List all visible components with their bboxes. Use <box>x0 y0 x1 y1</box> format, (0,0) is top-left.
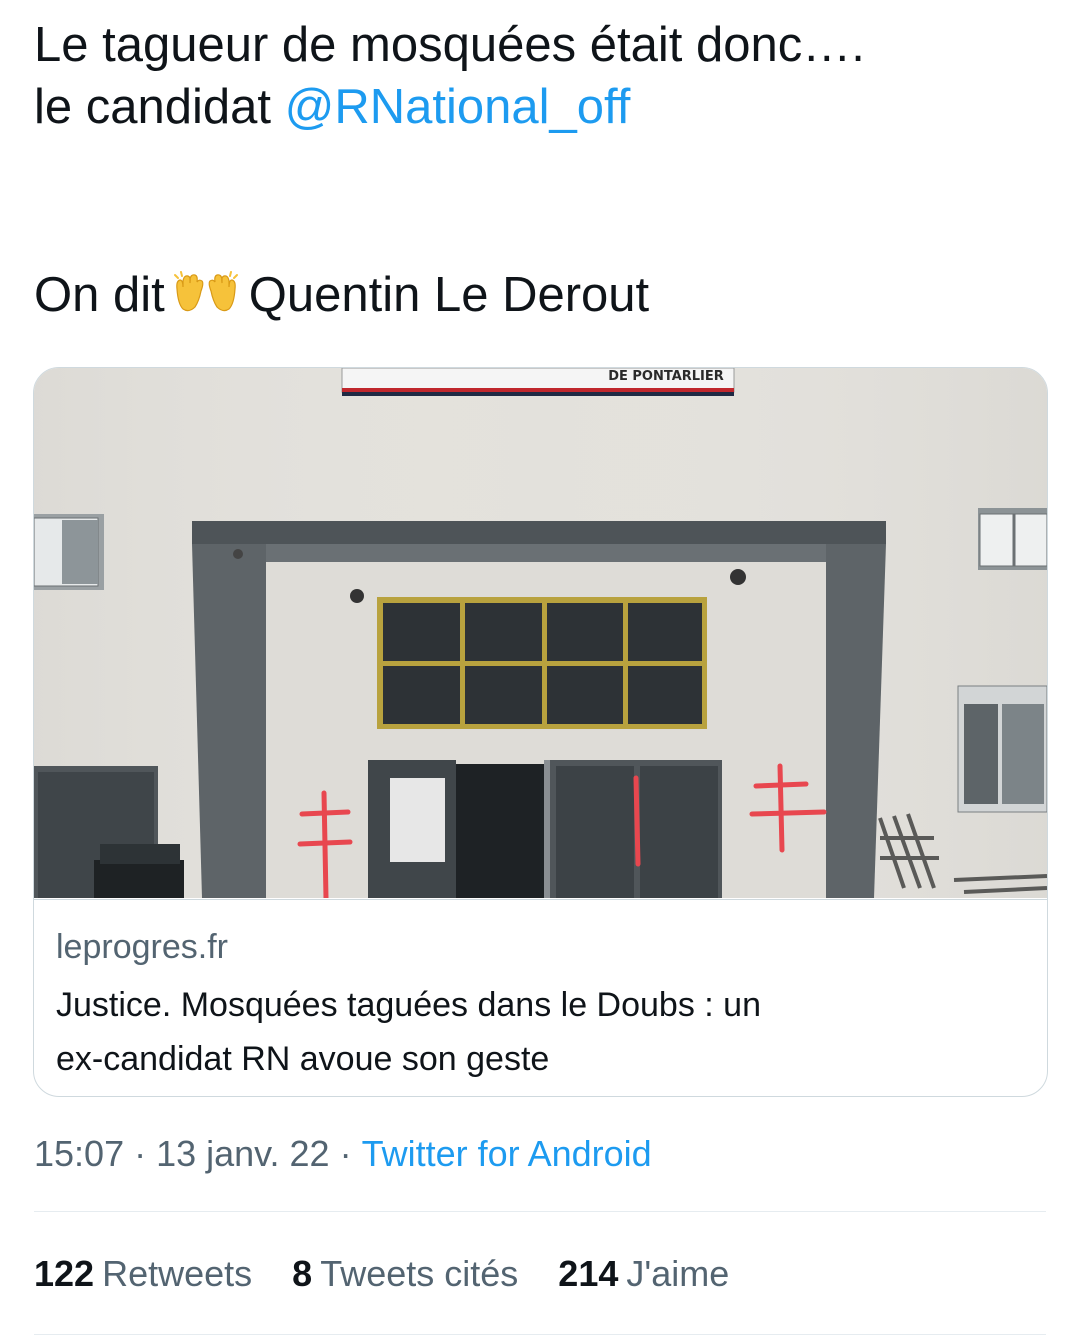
quotes-label: Tweets cités <box>320 1253 519 1294</box>
tweet-line-3-after: Quentin Le Derout <box>248 268 650 322</box>
card-image[interactable]: DE PONTARLIER <box>34 368 1047 898</box>
tweet-text: Le tagueur de mosquées était donc…. le c… <box>34 14 1054 326</box>
card-domain: leprogres.fr <box>56 928 228 966</box>
likes-count: 214 <box>558 1253 619 1294</box>
divider <box>34 1211 1046 1212</box>
likes-stat[interactable]: 214 J'aime <box>558 1253 729 1294</box>
quotes-count: 8 <box>292 1253 313 1294</box>
tweet-time[interactable]: 15:07 <box>34 1133 124 1174</box>
tweet-date[interactable]: 13 janv. 22 <box>156 1133 329 1174</box>
meta-separator: · <box>339 1133 352 1174</box>
tweet-line-3-before: On dit <box>34 268 165 322</box>
meta-separator: · <box>134 1133 147 1174</box>
retweets-label: Retweets <box>102 1253 253 1294</box>
retweets-stat[interactable]: 122 Retweets <box>34 1253 252 1294</box>
tweet-line-2-prefix: le candidat <box>34 80 285 134</box>
tweet-line-1: Le tagueur de mosquées était donc…. <box>34 18 865 72</box>
tweet-metadata: 15:07 · 13 janv. 22 · Twitter for Android <box>34 1133 652 1175</box>
card-title-line-2: ex-candidat RN avoue son geste <box>56 1040 550 1078</box>
card-title-line-1: Justice. Mosquées taguées dans le Doubs … <box>56 986 761 1024</box>
tweet-line-2: le candidat @RNational_off <box>34 76 1054 138</box>
mention-link[interactable]: @RNational_off <box>285 80 631 134</box>
tweet-source-link[interactable]: Twitter for Android <box>362 1133 652 1174</box>
retweets-count: 122 <box>34 1253 95 1294</box>
divider <box>34 1334 1046 1335</box>
likes-label: J'aime <box>626 1253 730 1294</box>
sign-text: DE PONTARLIER <box>608 369 724 384</box>
link-preview-card[interactable]: DE PONTARLIER leprogres.fr Justice. Mosq… <box>33 367 1048 1097</box>
card-title: Justice. Mosquées taguées dans le Doubs … <box>56 978 1016 1086</box>
quotes-stat[interactable]: 8 Tweets cités <box>292 1253 518 1294</box>
engagement-stats: 122 Retweets 8 Tweets cités 214 J'aime <box>34 1253 759 1295</box>
card-info[interactable]: leprogres.fr Justice. Mosquées taguées d… <box>34 899 1047 1096</box>
tweet-line-3: On dit Quentin Le Derout <box>34 264 1054 326</box>
raising-hands-icon <box>173 271 238 312</box>
